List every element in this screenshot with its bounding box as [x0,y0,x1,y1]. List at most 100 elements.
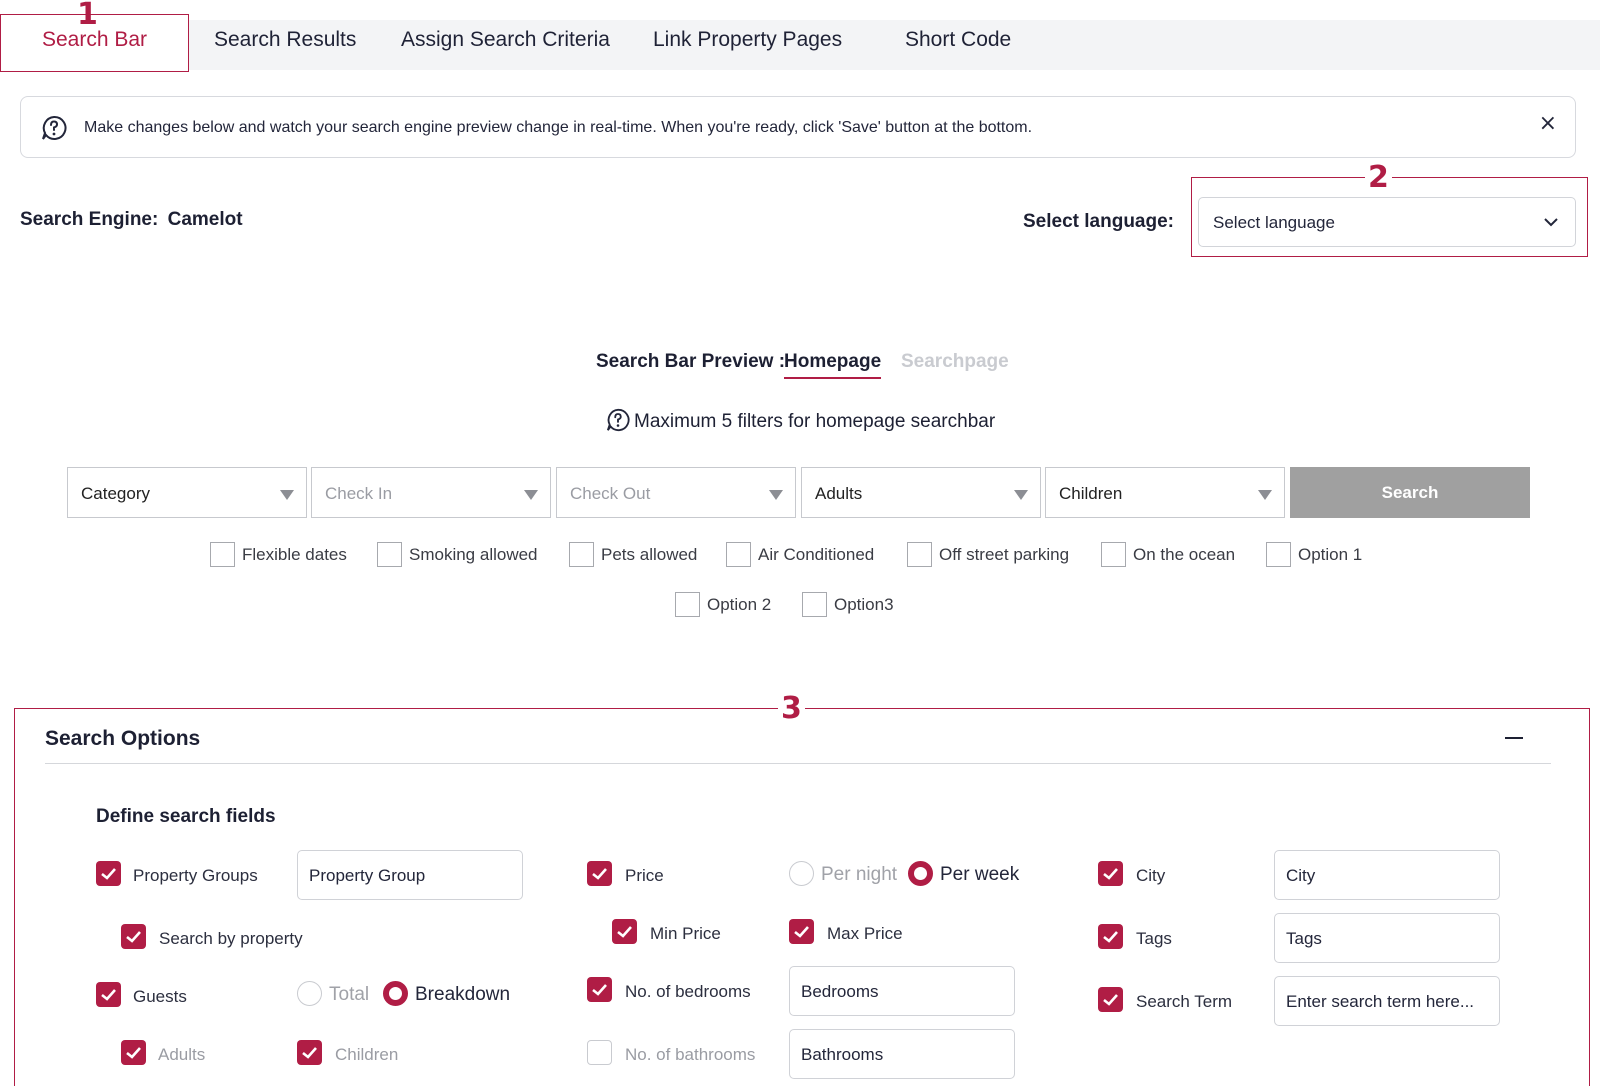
preview-check-out-select[interactable]: Check Out [556,467,796,518]
property-groups-checkbox[interactable] [96,861,121,886]
preview-check-in-select[interactable]: Check In [311,467,551,518]
bedrooms-input[interactable]: Bedrooms [789,966,1015,1016]
preview-category-label: Category [81,484,150,503]
checkbox-box[interactable] [726,542,751,567]
callout-2: 2 [1365,163,1392,193]
checkmark-icon [126,931,141,943]
tags-checkbox[interactable] [1098,924,1123,949]
per-night-label: Per night [821,864,898,885]
checkbox-label: Smoking allowed [409,545,538,564]
dropdown-triangle-icon [280,490,294,500]
price-label: Price [625,866,664,885]
search-engine-caption: Search Engine: [20,209,159,230]
tags-label: Tags [1136,929,1172,948]
price-checkbox[interactable] [587,861,612,886]
preview-check-out-label: Check Out [570,484,651,503]
city-label: City [1136,866,1166,885]
max-price-label: Max Price [827,924,903,943]
checkbox-label: On the ocean [1133,545,1236,564]
select-language-label: Select language: [1023,211,1174,232]
preview-tab-homepage[interactable]: Homepage [784,351,882,379]
search-by-property-checkbox[interactable] [121,924,146,949]
checkbox-box[interactable] [675,592,700,617]
checkbox-label: Option 2 [707,595,772,614]
search-term-checkbox[interactable] [1098,987,1123,1012]
define-search-fields-heading: Define search fields [96,806,276,827]
tags-input[interactable]: Tags [1274,913,1500,963]
preview-check-in-label: Check In [325,484,393,503]
bedrooms-label: No. of bedrooms [625,982,751,1001]
guests-total-radio[interactable] [297,981,322,1006]
bedrooms-checkbox[interactable] [587,977,612,1002]
dropdown-triangle-icon [1014,490,1028,500]
property-group-input[interactable]: Property Group [297,850,523,900]
search-term-input[interactable]: Enter search term here... [1274,976,1500,1026]
adults-label: Adults [158,1045,206,1064]
close-icon[interactable]: × [1539,111,1557,136]
bathrooms-checkbox[interactable] [587,1040,612,1065]
city-checkbox[interactable] [1098,861,1123,886]
preview-children-select[interactable]: Children [1045,467,1285,518]
callout-3: 3 [778,694,805,724]
checkmark-icon [101,989,116,1001]
checkbox-label: Option 1 [1298,545,1363,564]
per-night-radio[interactable] [789,861,814,886]
dropdown-triangle-icon [524,490,538,500]
bathrooms-input[interactable]: Bathrooms [789,1029,1015,1079]
property-groups-label: Property Groups [133,866,258,885]
preview-adults-select[interactable]: Adults [801,467,1041,518]
checkbox-box[interactable] [1101,542,1126,567]
tab-assign-search-criteria[interactable]: Assign Search Criteria [401,20,610,70]
checkbox-box[interactable] [569,542,594,567]
collapse-minus-icon[interactable] [1505,737,1523,739]
checkmark-icon [592,984,607,996]
checkbox-label: Flexible dates [242,545,347,564]
tab-short-code[interactable]: Short Code [905,20,1011,70]
children-label: Children [335,1045,399,1064]
search-engine-label: Search Engine: Camelot [20,209,243,231]
max-price-checkbox[interactable] [789,919,814,944]
children-checkbox[interactable] [297,1040,322,1065]
checkmark-icon [101,868,116,880]
max-filters-note: Maximum 5 filters for homepage searchbar [606,408,995,433]
city-input[interactable]: City [1274,850,1500,900]
checkmark-icon [302,1047,317,1059]
language-select-value: Select language [1213,213,1335,232]
tab-link-property-pages[interactable]: Link Property Pages [653,20,842,70]
min-price-label: Min Price [650,924,721,943]
preview-tab-searchpage[interactable]: Searchpage [901,351,1009,373]
checkbox-box[interactable] [802,592,827,617]
search-by-property-label: Search by property [159,929,303,948]
language-select[interactable]: Select language [1198,197,1576,247]
banner-text: Make changes below and watch your search… [84,119,1033,136]
tab-search-results[interactable]: Search Results [214,20,356,70]
checkmark-icon [794,926,809,938]
checkbox-box[interactable] [1266,542,1291,567]
min-price-checkbox[interactable] [612,919,637,944]
checkbox-box[interactable] [377,542,402,567]
property-group-input-value: Property Group [309,866,426,885]
preview-search-button[interactable]: Search [1290,467,1530,518]
guests-breakdown-radio[interactable] [383,981,408,1006]
max-filters-text: Maximum 5 filters for homepage searchbar [634,411,996,432]
city-input-value: City [1286,866,1316,885]
search-engine-name: Camelot [167,209,243,230]
checkbox-label: Air Conditioned [758,545,875,564]
checkbox-label: Option3 [834,595,894,614]
tags-input-value: Tags [1286,929,1322,948]
guests-total-label: Total [329,984,370,1005]
checkbox-box[interactable] [210,542,235,567]
guests-checkbox[interactable] [96,982,121,1007]
checkmark-icon [1103,931,1118,943]
bathrooms-input-value: Bathrooms [801,1045,884,1064]
checkmark-icon [1103,868,1118,880]
dropdown-triangle-icon [769,490,783,500]
checkbox-box[interactable] [907,542,932,567]
divider [45,763,1551,764]
per-week-radio[interactable] [908,861,933,886]
search-term-placeholder: Enter search term here... [1286,992,1475,1011]
preview-category-select[interactable]: Category [67,467,307,518]
checkmark-icon [592,868,607,880]
per-week-label: Per week [940,864,1020,885]
adults-checkbox[interactable] [121,1040,146,1065]
